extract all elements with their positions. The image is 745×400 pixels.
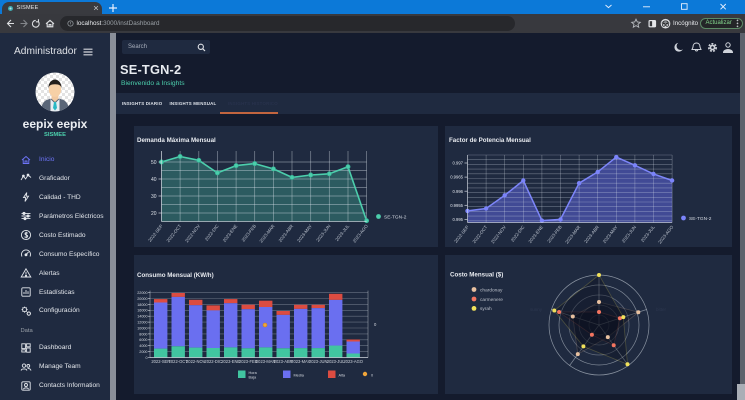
svg-text:0.9965: 0.9965 (450, 175, 463, 180)
svg-text:2023-ENE: 2023-ENE (221, 359, 240, 364)
svg-text:0.997: 0.997 (453, 161, 464, 166)
svg-text:2023-MAR: 2023-MAR (564, 224, 582, 245)
svg-text:2022-NOV: 2022-NOV (490, 225, 507, 245)
svg-text:16000: 16000 (137, 309, 147, 313)
svg-text:Media: Media (294, 374, 305, 378)
svg-text:2023-AGO: 2023-AGO (657, 224, 674, 244)
svg-text:14000: 14000 (137, 315, 147, 319)
svg-text:2023-JUN: 2023-JUN (315, 224, 331, 243)
svg-text:Factor de Potencia Mensual: Factor de Potencia Mensual (449, 137, 531, 144)
svg-text:2022-SEP: 2022-SEP (151, 359, 170, 364)
svg-text:20: 20 (151, 211, 157, 217)
svg-text:2023-ABR: 2023-ABR (274, 359, 293, 364)
svg-text:2022-NOV: 2022-NOV (184, 224, 201, 244)
svg-text:2023-ENE: 2023-ENE (527, 225, 544, 244)
svg-text:50: 50 (151, 160, 157, 166)
svg-text:2023-FEB: 2023-FEB (239, 359, 258, 364)
svg-text:2023-JUN: 2023-JUN (621, 225, 637, 244)
svg-text:2000: 2000 (139, 350, 147, 354)
svg-text:Demanda Máxima Mensual: Demanda Máxima Mensual (137, 137, 216, 144)
svg-text:0.9955: 0.9955 (450, 203, 463, 208)
svg-text:30: 30 (151, 194, 157, 200)
svg-text:2023-ABR: 2023-ABR (583, 224, 600, 244)
svg-text:22000: 22000 (137, 291, 147, 295)
svg-text:2023-JUN: 2023-JUN (309, 359, 327, 364)
svg-text:2022-DIC: 2022-DIC (204, 359, 222, 364)
svg-text:Alta: Alta (339, 374, 346, 378)
svg-text:carmenere: carmenere (480, 297, 503, 303)
svg-text:2023-FEB: 2023-FEB (546, 225, 562, 244)
svg-text:2022-DIC: 2022-DIC (204, 223, 220, 242)
svg-text:2023-AGO: 2023-AGO (352, 223, 369, 243)
svg-text:2022-SEP: 2022-SEP (147, 224, 164, 243)
svg-text:SE-TGN-2: SE-TGN-2 (384, 215, 407, 221)
svg-text:0: 0 (374, 322, 377, 327)
svg-text:0: 0 (145, 356, 147, 360)
svg-text:2022-SEP: 2022-SEP (453, 225, 470, 244)
svg-text:SE-TGN-2: SE-TGN-2 (689, 216, 712, 222)
svg-text:2023-MAY: 2023-MAY (291, 359, 310, 364)
svg-text:sunny: sunny (530, 307, 543, 312)
svg-text:2023-JUL: 2023-JUL (640, 224, 656, 243)
svg-text:2022-DIC: 2022-DIC (510, 224, 526, 243)
svg-text:2022-OCT: 2022-OCT (166, 223, 183, 243)
svg-text:Baja: Baja (249, 375, 257, 379)
svg-text:2022-OCT: 2022-OCT (472, 224, 489, 244)
svg-text:2023-MAY: 2023-MAY (296, 224, 313, 244)
svg-text:20000: 20000 (137, 297, 147, 301)
svg-text:Costo Mensual ($): Costo Mensual ($) (450, 272, 503, 279)
svg-text:40: 40 (151, 177, 157, 183)
svg-text:2023-MAR: 2023-MAR (259, 223, 277, 244)
svg-text:2023-AGO: 2023-AGO (343, 359, 363, 364)
svg-text:0: 0 (371, 374, 373, 378)
svg-text:12000: 12000 (137, 321, 147, 325)
svg-text:2023-ENE: 2023-ENE (222, 224, 239, 243)
svg-text:2023-JUL: 2023-JUL (334, 223, 350, 242)
svg-text:syrah: syrah (480, 306, 492, 312)
svg-text:2023-FEB: 2023-FEB (241, 224, 257, 243)
svg-text:10000: 10000 (137, 326, 147, 330)
svg-text:18000: 18000 (137, 303, 147, 307)
svg-text:4000: 4000 (139, 344, 147, 348)
svg-text:0.996: 0.996 (453, 189, 464, 194)
svg-text:2023-MAR: 2023-MAR (256, 359, 276, 364)
svg-text:chardonay: chardonay (480, 287, 503, 293)
svg-text:6000: 6000 (139, 338, 147, 342)
svg-text:Consumo Mensual (KW/h): Consumo Mensual (KW/h) (137, 272, 214, 279)
svg-text:0.995: 0.995 (453, 217, 464, 222)
svg-text:2022-NOV: 2022-NOV (186, 359, 206, 364)
svg-text:2023-ABR: 2023-ABR (278, 223, 295, 243)
svg-text:2023-MAY: 2023-MAY (602, 225, 619, 245)
svg-text:8000: 8000 (139, 332, 147, 336)
svg-text:bitter: bitter (656, 307, 667, 312)
